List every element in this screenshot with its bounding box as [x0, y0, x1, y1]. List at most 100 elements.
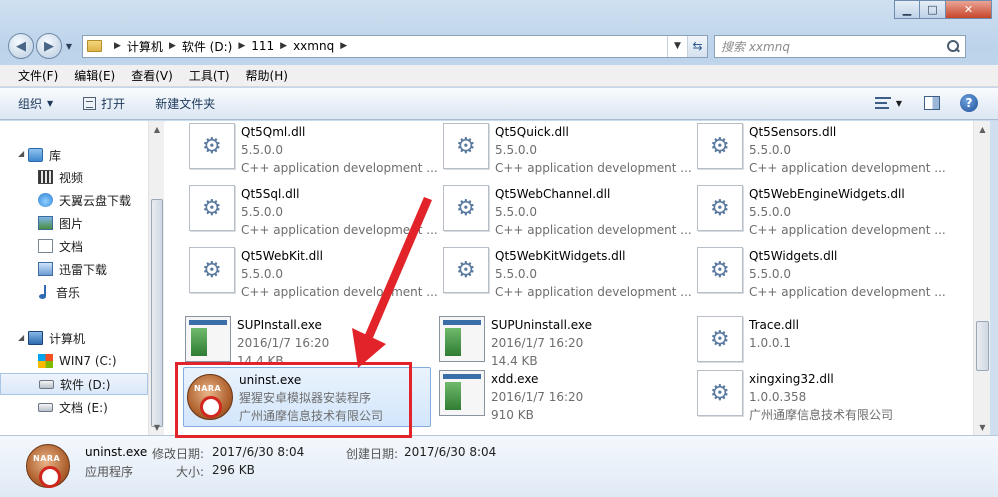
- dll-icon: [697, 370, 743, 416]
- modified-value: 2017/6/30 8:04: [212, 445, 305, 459]
- file-detail: 5.5.0.0: [241, 205, 283, 219]
- file-item[interactable]: Qt5Sensors.dll 5.5.0.0 C++ application dev…: [697, 123, 947, 185]
- scroll-up-icon[interactable]: ▲: [974, 121, 991, 137]
- organize-label: 组织: [18, 97, 43, 111]
- sidebar-item-label: 软件 (D:): [60, 377, 111, 392]
- sidebar-item-video[interactable]: 视频: [0, 166, 148, 188]
- file-item[interactable]: xingxing32.dll 1.0.0.358 广州通摩信息技术有限公司: [697, 370, 947, 432]
- file-detail: C++ application development ...: [495, 161, 692, 175]
- annotation-highlight-box: [175, 362, 412, 438]
- open-button[interactable]: 打开: [83, 95, 125, 112]
- maximize-button[interactable]: □: [920, 0, 946, 19]
- preview-pane-icon[interactable]: [924, 96, 940, 110]
- change-view-icon[interactable]: [874, 96, 891, 110]
- file-detail: C++ application development ...: [749, 223, 946, 237]
- computer-icon: [28, 331, 43, 345]
- menu-edit[interactable]: 编辑(E): [66, 67, 123, 84]
- file-list-scrollbar[interactable]: ▲ ▼: [973, 121, 990, 435]
- back-arrow-icon: ◀: [16, 38, 26, 54]
- file-name: Qt5Sql.dll: [241, 187, 300, 201]
- folder-icon: [87, 40, 102, 52]
- sidebar-item-documents[interactable]: 文档: [0, 235, 148, 257]
- sidebar-item-tianyi-cloud[interactable]: 天翼云盘下载: [0, 189, 148, 211]
- forward-button[interactable]: ▶: [36, 33, 62, 59]
- drive-icon: [38, 402, 53, 412]
- file-detail: 5.5.0.0: [495, 143, 537, 157]
- search-icon[interactable]: [947, 40, 959, 52]
- sidebar-item-label: WIN7 (C:): [59, 354, 117, 368]
- file-detail: 广州通摩信息技术有限公司: [749, 408, 894, 422]
- back-button[interactable]: ◀: [8, 33, 34, 59]
- toolbar-right: ▼ ?: [874, 94, 978, 112]
- minimize-button[interactable]: ▁: [894, 0, 920, 19]
- chevron-down-icon: ▼: [47, 99, 54, 108]
- new-folder-label: 新建文件夹: [155, 97, 216, 111]
- sidebar-item-pictures[interactable]: 图片: [0, 212, 148, 234]
- menu-file[interactable]: 文件(F): [10, 67, 66, 84]
- video-icon: [38, 170, 53, 184]
- new-folder-button[interactable]: 新建文件夹: [155, 95, 215, 112]
- menu-view[interactable]: 查看(V): [123, 67, 181, 84]
- file-item[interactable]: Qt5Quick.dll 5.5.0.0 C++ application devel…: [443, 123, 693, 185]
- help-icon[interactable]: ?: [960, 94, 978, 112]
- menu-tools[interactable]: 工具(T): [181, 67, 238, 84]
- organize-button[interactable]: 组织 ▼: [18, 95, 53, 112]
- scroll-up-icon[interactable]: ▲: [149, 121, 165, 137]
- file-item[interactable]: Qt5WebChannel.dll 5.5.0.0 C++ application …: [443, 185, 693, 247]
- scrollbar-thumb[interactable]: [976, 321, 989, 371]
- drive-icon: [39, 379, 54, 389]
- file-name: Qt5WebKit.dll: [241, 249, 323, 263]
- breadcrumb-item-drive-d[interactable]: 软件 (D:): [182, 38, 232, 55]
- chevron-right-icon[interactable]: ▶: [169, 41, 176, 51]
- sidebar-item-library[interactable]: 库: [0, 144, 148, 166]
- window-border: [990, 121, 998, 435]
- modified-label: 修改日期:: [152, 447, 205, 461]
- chevron-right-icon[interactable]: ▶: [114, 41, 121, 51]
- created-label: 创建日期:: [346, 447, 399, 461]
- file-item[interactable]: xdd.exe 2016/1/7 16:20 910 KB: [439, 370, 689, 432]
- scrollbar-thumb[interactable]: [151, 199, 163, 427]
- download-folder-icon: [38, 262, 53, 276]
- chevron-right-icon[interactable]: ▶: [238, 41, 245, 51]
- file-item[interactable]: Qt5WebEngineWidgets.dll 5.5.0.0 C++ applic…: [697, 185, 947, 247]
- refresh-button[interactable]: ⇆: [687, 35, 707, 57]
- address-history-dropdown[interactable]: ▼: [667, 35, 687, 57]
- sidebar-item-computer[interactable]: 计算机: [0, 327, 148, 349]
- sidebar-item-drive-c[interactable]: WIN7 (C:): [0, 350, 148, 372]
- breadcrumb-item-computer[interactable]: 计算机: [127, 38, 163, 55]
- scroll-down-icon[interactable]: ▼: [149, 419, 165, 435]
- sidebar-item-drive-d[interactable]: 软件 (D:): [0, 373, 148, 395]
- file-name: SUPInstall.exe: [237, 318, 322, 332]
- file-detail: 5.5.0.0: [749, 267, 791, 281]
- file-item[interactable]: Qt5Sql.dll 5.5.0.0 C++ application develop…: [189, 185, 439, 247]
- file-item[interactable]: Qt5Qml.dll 5.5.0.0 C++ application develop…: [189, 123, 439, 185]
- menu-help[interactable]: 帮助(H): [238, 67, 296, 84]
- close-button[interactable]: ✕: [946, 0, 992, 19]
- sidebar-item-label: 库: [49, 148, 62, 163]
- open-icon: [83, 97, 97, 110]
- file-detail: 5.5.0.0: [749, 205, 791, 219]
- search-input[interactable]: 搜索 xxmnq: [714, 34, 966, 58]
- file-item[interactable]: Trace.dll 1.0.0.1: [697, 316, 947, 378]
- address-bar[interactable]: ▶ 计算机 ▶ 软件 (D:) ▶ 111 ▶ xxmnq ▶ ▼ ⇆: [82, 34, 708, 58]
- file-detail: 2016/1/7 16:20: [491, 336, 584, 350]
- file-item[interactable]: Qt5WebKitWidgets.dll 5.5.0.0 C++ applicati…: [443, 247, 693, 309]
- view-options-dropdown[interactable]: ▼: [896, 99, 902, 108]
- file-item[interactable]: Qt5Widgets.dll 5.5.0.0 C++ application dev…: [697, 247, 947, 309]
- file-item[interactable]: SUPUninstall.exe 2016/1/7 16:20 14.4 KB: [439, 316, 689, 378]
- file-item[interactable]: Qt5WebKit.dll 5.5.0.0 C++ application deve…: [189, 247, 439, 309]
- sidebar-item-music[interactable]: 音乐: [0, 281, 148, 303]
- sidebar-item-xunlei[interactable]: 迅雷下载: [0, 258, 148, 280]
- chevron-right-icon[interactable]: ▶: [340, 41, 347, 51]
- recent-pages-dropdown[interactable]: ▼: [62, 42, 76, 51]
- chevron-right-icon[interactable]: ▶: [280, 41, 287, 51]
- scroll-down-icon[interactable]: ▼: [974, 419, 991, 435]
- breadcrumb-item-111[interactable]: 111: [251, 39, 274, 53]
- dll-icon: [189, 185, 235, 231]
- file-name: Qt5Qml.dll: [241, 125, 306, 139]
- library-icon: [28, 148, 43, 162]
- sidebar-scrollbar[interactable]: ▲ ▼: [148, 121, 164, 435]
- nara-uninstall-icon: [26, 444, 70, 488]
- breadcrumb-item-xxmnq[interactable]: xxmnq: [293, 39, 334, 53]
- sidebar-item-drive-e[interactable]: 文档 (E:): [0, 396, 148, 418]
